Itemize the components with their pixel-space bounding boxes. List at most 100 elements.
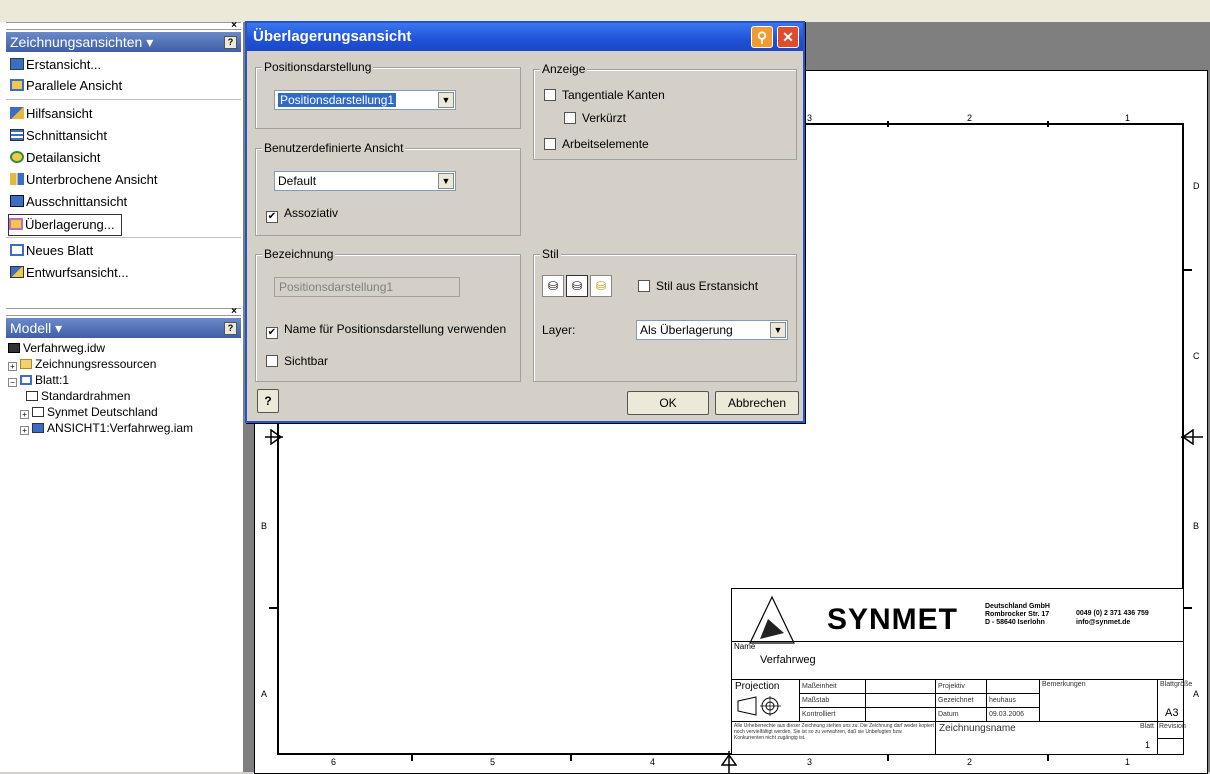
expand-icon[interactable]: + bbox=[8, 362, 17, 371]
checkmark-icon[interactable]: ✔ bbox=[266, 327, 278, 339]
group-label: Benutzerdefinierte Ansicht bbox=[262, 141, 406, 155]
cmd-section-view[interactable]: Schnittansicht bbox=[10, 126, 107, 146]
projected-view-icon bbox=[10, 79, 24, 91]
collapse-icon[interactable]: − bbox=[8, 378, 17, 387]
cmd-draft-view[interactable]: Entwurfsansicht... bbox=[10, 263, 129, 283]
chevron-down-icon[interactable]: ▼ bbox=[438, 92, 454, 108]
chevron-down-icon[interactable]: ▼ bbox=[770, 322, 786, 338]
tree-item[interactable]: + ANSICHT1:Verfahrweg.iam bbox=[20, 420, 193, 436]
overlay-view-dialog: Überlagerungsansicht ⚲ ✕ Positionsdarste… bbox=[245, 21, 805, 423]
style-from-base-checkbox[interactable]: Stil aus Erstansicht bbox=[638, 278, 758, 294]
auxiliary-view-icon bbox=[10, 107, 24, 119]
divider bbox=[1157, 679, 1158, 755]
zone-label: 4 bbox=[650, 757, 656, 767]
help-icon[interactable]: ? bbox=[224, 322, 237, 335]
breakout-view-icon bbox=[10, 195, 24, 207]
divider bbox=[732, 641, 1183, 642]
checkbox-box[interactable] bbox=[544, 89, 556, 101]
sheet-value: 1 bbox=[1145, 740, 1151, 750]
row-tick bbox=[1184, 607, 1192, 609]
close-button[interactable]: ✕ bbox=[777, 26, 799, 48]
model-header[interactable]: Modell ▾ ? bbox=[6, 318, 241, 338]
zone-tick bbox=[411, 755, 413, 761]
chevron-down-icon[interactable]: ▼ bbox=[438, 173, 454, 189]
cmd-broken-view[interactable]: Unterbrochene Ansicht bbox=[10, 170, 158, 190]
zone-label: 1 bbox=[1125, 113, 1131, 123]
drawing-views-header[interactable]: Zeichnungsansichten ▾ ? bbox=[6, 32, 241, 52]
panel-grip[interactable]: × bbox=[6, 20, 241, 31]
position-dropdown[interactable]: Positionsdarstellung1 ▼ bbox=[274, 90, 456, 110]
panel-grip[interactable]: × bbox=[6, 306, 241, 317]
title-block-icon bbox=[32, 407, 44, 417]
checkmark-icon[interactable]: ✔ bbox=[266, 211, 278, 223]
broken-view-icon bbox=[10, 173, 24, 185]
tree-label: Standardrahmen bbox=[41, 389, 131, 403]
cmd-detail-view[interactable]: Detailansicht bbox=[10, 148, 100, 168]
cmd-projected-view[interactable]: Parallele Ansicht bbox=[10, 76, 122, 96]
zone-label: 2 bbox=[967, 757, 973, 767]
label-text-field[interactable]: Positionsdarstellung1 bbox=[274, 277, 460, 297]
visible-checkbox[interactable]: Sichtbar bbox=[266, 353, 328, 369]
cmd-overlay-view[interactable]: Überlagerung... bbox=[8, 214, 122, 236]
tree-item[interactable]: Standardrahmen bbox=[26, 388, 130, 404]
custom-view-dropdown[interactable]: Default ▼ bbox=[274, 171, 456, 191]
checkbox-label: Sichtbar bbox=[284, 354, 329, 368]
cmd-new-sheet[interactable]: Neues Blatt bbox=[10, 241, 93, 261]
company-address: Deutschland GmbH Rombrocker Str. 17 D - 58… bbox=[985, 603, 1050, 626]
tangent-edges-checkbox[interactable]: Tangentiale Kanten bbox=[544, 87, 665, 103]
section-view-icon bbox=[10, 129, 24, 141]
zone-tick bbox=[570, 755, 572, 761]
help-button[interactable]: ? bbox=[257, 389, 279, 413]
tree-item[interactable]: + Synmet Deutschland bbox=[20, 404, 158, 420]
zone-label: 5 bbox=[490, 757, 496, 767]
divider bbox=[799, 707, 1039, 708]
overlay-view-icon bbox=[9, 218, 23, 230]
border-icon bbox=[26, 391, 38, 401]
cmd-label: Überlagerung... bbox=[25, 217, 115, 232]
zone-tick bbox=[887, 755, 889, 761]
checkbox-box[interactable] bbox=[544, 138, 556, 150]
tree-item[interactable]: − Blatt:1 bbox=[8, 372, 69, 388]
copyright-notice: Alle Urheberrechte aus dieser Zeichnung … bbox=[734, 723, 934, 741]
expand-icon[interactable]: + bbox=[20, 410, 29, 419]
button-label: OK bbox=[659, 396, 677, 410]
close-icon[interactable]: × bbox=[231, 20, 237, 31]
close-icon[interactable]: × bbox=[231, 306, 237, 317]
top-toolbar bbox=[0, 0, 1210, 23]
associative-checkbox[interactable]: ✔ Assoziativ bbox=[266, 205, 338, 223]
shaded-style-icon[interactable]: ⛁ bbox=[590, 275, 612, 297]
divider bbox=[935, 679, 936, 755]
pin-icon[interactable]: ⚲ bbox=[751, 26, 773, 48]
work-features-checkbox[interactable]: Arbeitselemente bbox=[544, 136, 649, 152]
dialog-titlebar[interactable]: Überlagerungsansicht ⚲ ✕ bbox=[247, 23, 803, 51]
cmd-breakout-view[interactable]: Ausschnittansicht bbox=[10, 192, 127, 212]
cmd-label: Schnittansicht bbox=[26, 128, 107, 143]
checkbox-box[interactable] bbox=[266, 355, 278, 367]
browser-pane: × Zeichnungsansichten ▾ ? Erstansicht...… bbox=[0, 20, 244, 772]
shortened-checkbox[interactable]: Verkürzt bbox=[564, 110, 626, 126]
tree-item[interactable]: + Zeichnungsressourcen bbox=[8, 356, 156, 372]
divider bbox=[1039, 679, 1040, 721]
checkbox-box[interactable] bbox=[564, 112, 576, 124]
checked-label: Kontrolliert bbox=[802, 711, 836, 718]
group-label: Bezeichnung bbox=[262, 247, 336, 261]
cmd-auxiliary-view[interactable]: Hilfsansicht bbox=[10, 104, 92, 124]
title-block[interactable]: SYNMET Deutschland GmbH Rombrocker Str. 1… bbox=[731, 588, 1192, 755]
cmd-base-view[interactable]: Erstansicht... bbox=[10, 55, 101, 75]
zone-label: 2 bbox=[967, 113, 973, 123]
use-name-checkbox[interactable]: ✔ Name für Positionsdarstellung verwenden bbox=[266, 321, 506, 339]
detail-view-icon bbox=[10, 151, 24, 163]
company-name: SYNMET bbox=[827, 603, 959, 636]
row-label: B bbox=[1193, 521, 1200, 531]
ok-button[interactable]: OK bbox=[627, 391, 709, 415]
divider bbox=[986, 679, 987, 721]
help-icon[interactable]: ? bbox=[224, 36, 237, 49]
checkbox-box[interactable] bbox=[638, 280, 650, 292]
layer-dropdown[interactable]: Als Überlagerung ▼ bbox=[636, 320, 788, 340]
scale-label: Maßstab bbox=[802, 697, 830, 704]
hidden-line-style-icon[interactable]: ⛁ bbox=[542, 275, 564, 297]
hidden-line-removed-style-icon[interactable]: ⛁ bbox=[566, 275, 588, 297]
tree-item[interactable]: Verfahrweg.idw bbox=[8, 340, 105, 356]
cancel-button[interactable]: Abbrechen bbox=[715, 391, 799, 415]
expand-icon[interactable]: + bbox=[20, 426, 29, 435]
